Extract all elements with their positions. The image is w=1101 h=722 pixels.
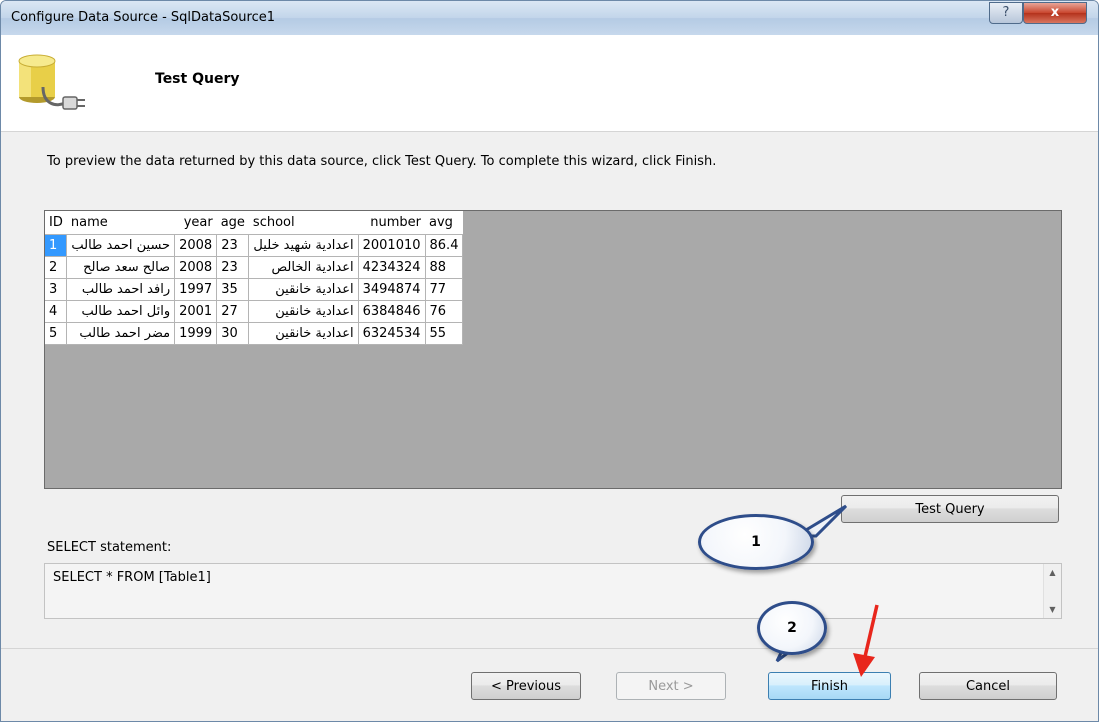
wizard-content: To preview the data returned by this dat… bbox=[1, 132, 1098, 632]
table-cell-id[interactable]: 1 bbox=[45, 234, 68, 257]
next-button[interactable]: Next > bbox=[616, 672, 726, 700]
table-cell-school[interactable]: اعدادية خانقين bbox=[248, 322, 359, 345]
database-icon bbox=[18, 54, 85, 110]
query-results-grid[interactable]: ID name year age school number avg 1 حسين احمد … bbox=[44, 210, 1062, 489]
page-title: Test Query bbox=[155, 71, 240, 87]
title-bar[interactable]: Configure Data Source - SqlDataSource1 ?… bbox=[1, 1, 1098, 35]
table-cell-age[interactable]: 23 bbox=[216, 234, 250, 257]
cancel-button[interactable]: Cancel bbox=[919, 672, 1057, 700]
table-cell-age[interactable]: 27 bbox=[216, 300, 250, 323]
scroll-up-icon[interactable]: ▲ bbox=[1044, 564, 1061, 581]
column-header-age[interactable]: age bbox=[216, 211, 249, 235]
table-row[interactable]: 3 رافد احمد طالب 1997 35 اعدادية خانقين 34948… bbox=[45, 278, 464, 301]
help-button[interactable]: ? bbox=[989, 2, 1023, 24]
table-cell-year[interactable]: 2001 bbox=[174, 300, 218, 323]
table-cell-number[interactable]: 6384846 bbox=[357, 300, 426, 323]
table-cell-name[interactable]: صالح سعد صالح bbox=[66, 256, 176, 279]
table-cell-age[interactable]: 35 bbox=[216, 278, 250, 301]
table-cell-school[interactable]: اعدادية خانقين bbox=[248, 300, 359, 323]
table-cell-name[interactable]: مضر احمد طالب bbox=[66, 322, 176, 345]
table-row[interactable]: 4 وائل احمد طالب 2001 27 اعدادية خانقين 63848… bbox=[45, 300, 464, 323]
test-query-button[interactable]: Test Query bbox=[841, 495, 1059, 523]
table-row[interactable]: 1 حسين احمد طالب 2008 23 اعدادية شهيد خليل 20… bbox=[45, 234, 464, 257]
column-header-school[interactable]: school bbox=[248, 211, 359, 235]
table-cell-name[interactable]: رافد احمد طالب bbox=[66, 278, 176, 301]
table-cell-year[interactable]: 1999 bbox=[174, 322, 218, 345]
table-cell-avg[interactable]: 76 bbox=[424, 300, 464, 323]
table-cell-avg[interactable]: 86.4 bbox=[424, 234, 464, 257]
vertical-scrollbar[interactable]: ▲ ▼ bbox=[1043, 564, 1061, 618]
table-row[interactable]: 2 صالح سعد صالح 2008 23 اعدادية الخالص 423432… bbox=[45, 256, 464, 279]
table-cell-number[interactable]: 6324534 bbox=[357, 322, 426, 345]
results-table[interactable]: ID name year age school number avg 1 حسين احمد … bbox=[45, 211, 464, 345]
column-header-name[interactable]: name bbox=[66, 211, 175, 235]
instruction-text: To preview the data returned by this dat… bbox=[47, 154, 717, 169]
configure-data-source-dialog: Configure Data Source - SqlDataSource1 ?… bbox=[0, 0, 1099, 722]
select-statement-label: SELECT statement: bbox=[47, 540, 172, 555]
table-cell-id[interactable]: 2 bbox=[45, 256, 68, 279]
wizard-header: Test Query bbox=[1, 35, 1098, 132]
table-cell-school[interactable]: اعدادية خانقين bbox=[248, 278, 359, 301]
table-cell-id[interactable]: 4 bbox=[45, 300, 68, 323]
select-statement-text: SELECT * FROM [Table1] bbox=[53, 570, 211, 585]
table-cell-year[interactable]: 2008 bbox=[174, 234, 218, 257]
table-cell-avg[interactable]: 88 bbox=[424, 256, 464, 279]
callout-2: 2 bbox=[757, 601, 827, 655]
table-cell-year[interactable]: 1997 bbox=[174, 278, 218, 301]
table-cell-age[interactable]: 23 bbox=[216, 256, 250, 279]
table-cell-school[interactable]: اعدادية شهيد خليل bbox=[248, 234, 359, 257]
table-cell-name[interactable]: وائل احمد طالب bbox=[66, 300, 176, 323]
red-arrow-icon bbox=[853, 604, 879, 677]
column-header-avg[interactable]: avg bbox=[425, 211, 463, 235]
column-header-year[interactable]: year bbox=[174, 211, 217, 235]
table-cell-avg[interactable]: 77 bbox=[424, 278, 464, 301]
select-statement-box[interactable]: SELECT * FROM [Table1] ▲ ▼ bbox=[44, 563, 1062, 619]
table-row[interactable]: 5 مضر احمد طالب 1999 30 اعدادية خانقين 632453… bbox=[45, 322, 464, 345]
previous-button[interactable]: < Previous bbox=[471, 672, 581, 700]
table-cell-number[interactable]: 4234324 bbox=[357, 256, 426, 279]
table-cell-avg[interactable]: 55 bbox=[424, 322, 464, 345]
table-cell-id[interactable]: 3 bbox=[45, 278, 68, 301]
column-header-number[interactable]: number bbox=[358, 211, 426, 235]
table-cell-number[interactable]: 3494874 bbox=[357, 278, 426, 301]
table-cell-number[interactable]: 2001010 bbox=[357, 234, 426, 257]
table-cell-name[interactable]: حسين احمد طالب bbox=[66, 234, 176, 257]
table-cell-year[interactable]: 2008 bbox=[174, 256, 218, 279]
close-button[interactable]: x bbox=[1023, 2, 1087, 24]
table-cell-id[interactable]: 5 bbox=[45, 322, 68, 345]
grid-header-row: ID name year age school number avg bbox=[45, 211, 463, 235]
window-title: Configure Data Source - SqlDataSource1 bbox=[11, 10, 275, 25]
footer-divider bbox=[1, 648, 1098, 649]
table-cell-school[interactable]: اعدادية الخالص bbox=[248, 256, 359, 279]
column-header-id[interactable]: ID bbox=[45, 211, 67, 235]
callout-1: 1 bbox=[698, 514, 814, 570]
scroll-down-icon[interactable]: ▼ bbox=[1044, 601, 1061, 618]
table-cell-age[interactable]: 30 bbox=[216, 322, 250, 345]
